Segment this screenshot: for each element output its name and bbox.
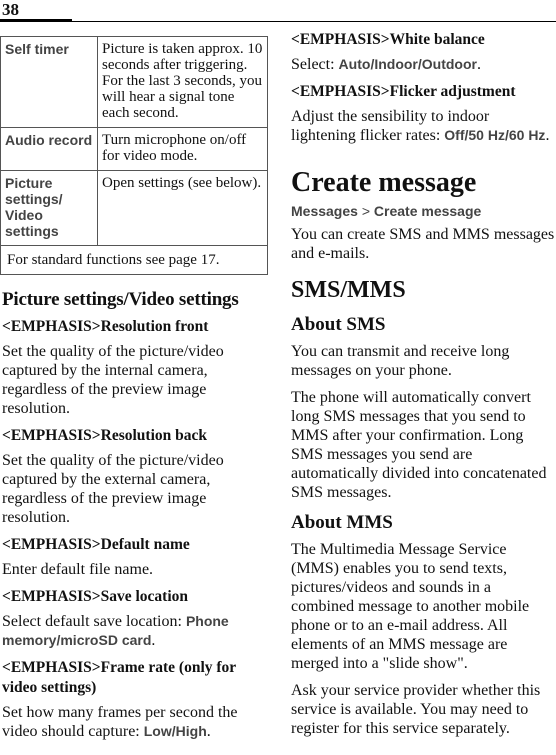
setting-description: Enter default file name. <box>2 561 154 578</box>
paragraph: The phone will automatically convert lon… <box>291 389 547 501</box>
function-description: Open settings (see below). <box>97 170 268 246</box>
setting-description: Adjust the sensibility to indoor lighten… <box>291 107 556 145</box>
function-description: Picture is taken approx. 10 seconds afte… <box>97 36 268 128</box>
function-description: Turn microphone on/off for video mode. <box>97 127 268 171</box>
option-label: 50 Hz <box>468 127 505 143</box>
table-footer-row: For standard functions see page 17. <box>0 245 268 275</box>
left-column: Self timer Picture is taken approx. 10 s… <box>0 36 272 749</box>
subsection-heading: About MMS <box>291 512 393 533</box>
setting-title: <EMPHASIS>White balance <box>291 31 485 48</box>
option-label: Indoor <box>374 56 418 72</box>
paragraph: The Multimedia Message Service (MMS) ena… <box>291 541 530 672</box>
setting-description: Set the quality of the picture/video cap… <box>2 343 224 417</box>
menu-path-separator: > <box>361 203 371 219</box>
option-label: microSD card <box>60 632 152 648</box>
section-heading: SMS/MMS <box>291 277 406 303</box>
option-label: Outdoor <box>421 56 477 72</box>
setting-description: Select: Auto/Indoor/Outdoor. <box>291 55 556 74</box>
option-label: Off <box>444 127 465 143</box>
setting-description: Select default save location: Phone memo… <box>2 612 272 650</box>
option-label: High <box>175 723 207 739</box>
description-text: Select default save location: <box>2 613 186 630</box>
paragraph: Ask your service provider whether this s… <box>291 682 541 737</box>
intro-text: You can create SMS and MMS messages and … <box>291 226 555 262</box>
setting-title: <EMPHASIS>Save location <box>2 588 189 605</box>
setting-description: Set how many frames per second the video… <box>2 703 272 741</box>
setting-title: <EMPHASIS>Flicker adjustment <box>291 83 516 100</box>
menu-path: Messages > Create message <box>291 203 556 219</box>
description-text: . <box>151 632 156 649</box>
menu-path-item: Messages <box>291 203 358 219</box>
table-footer: For standard functions see page 17. <box>0 245 268 275</box>
option-label: 60 Hz <box>508 127 546 143</box>
setting-description: Set the quality of the picture/video cap… <box>2 452 224 526</box>
menu-path-item: Create message <box>373 203 482 219</box>
setting-title: <EMPHASIS>Default name <box>2 536 190 553</box>
setting-title: <EMPHASIS>Resolution back <box>2 427 207 444</box>
function-name: Picture settings/ Video settings <box>0 170 98 246</box>
description-text: Select: <box>291 56 339 73</box>
function-name: Self timer <box>0 36 98 128</box>
paragraph: You can transmit and receive long messag… <box>291 343 510 379</box>
subsection-heading: About SMS <box>291 314 386 335</box>
page-number: 38 <box>2 0 19 19</box>
table-row: Picture settings/ Video settings Open se… <box>0 170 268 246</box>
table-row: Audio record Turn microphone on/off for … <box>0 127 268 171</box>
chapter-heading: Create message <box>291 167 477 198</box>
setting-title: <EMPHASIS>Resolution front <box>2 318 209 335</box>
description-text: . <box>545 127 550 144</box>
header-rule <box>0 21 556 22</box>
right-column: <EMPHASIS>White balance Select: Auto/Ind… <box>291 30 556 746</box>
option-label: Low <box>143 723 172 739</box>
setting-title: <EMPHASIS>Frame rate (only for video set… <box>2 659 236 696</box>
function-name: Audio record <box>0 127 98 171</box>
section-heading: Picture settings/Video settings <box>2 289 239 310</box>
description-text: . <box>206 723 211 740</box>
function-table: Self timer Picture is taken approx. 10 s… <box>0 36 268 275</box>
table-row: Self timer Picture is taken approx. 10 s… <box>0 36 268 128</box>
description-text: . <box>476 56 481 73</box>
option-label: Auto <box>338 56 371 72</box>
